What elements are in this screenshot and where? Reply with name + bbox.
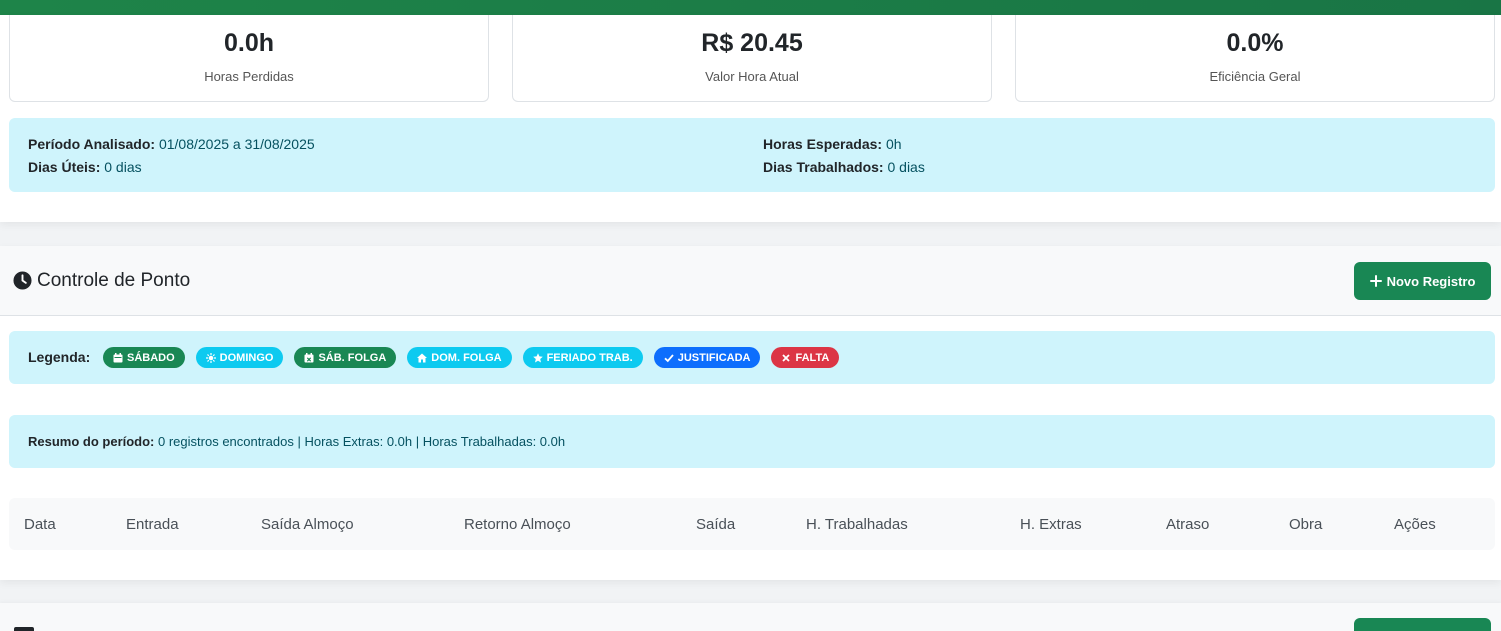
period-info-box: Período Analisado: 01/08/2025 a 31/08/20…	[9, 118, 1495, 192]
check-icon	[664, 353, 674, 362]
badge-sabado: SÁBADO	[103, 347, 185, 368]
card-icon	[14, 627, 34, 631]
badge-label: FERIADO TRAB.	[546, 351, 633, 364]
horas-esperadas: Horas Esperadas: 0h	[763, 136, 902, 152]
badge-feriado-trab: FERIADO TRAB.	[522, 347, 643, 368]
card-title: Controle de Ponto	[37, 270, 191, 291]
periodo-value: 01/08/2025 a 31/08/2025	[158, 136, 315, 152]
badge-dom-folga: DOM. FOLGA	[407, 347, 512, 368]
periodo-label: Período Analisado:	[28, 136, 156, 152]
clock-icon	[13, 271, 32, 290]
legend-badges: SÁBADO DOMINGO SÁB. FOLGA DOM. FOLGA FER…	[103, 347, 840, 368]
novo-registro-button[interactable]: Novo Registro	[1354, 262, 1491, 300]
resumo-value: 0 registros encontrados | Horas Extras: …	[158, 434, 566, 449]
dias-trabalhados-label: Dias Trabalhados:	[763, 159, 884, 175]
calendar-icon	[113, 352, 123, 362]
stat-label: Horas Perdidas	[204, 69, 294, 84]
summary-card: 0.0h Horas Perdidas R$ 20.45 Valor Hora …	[0, 15, 1501, 222]
table-header: Data Entrada Saída Almoço Retorno Almoço…	[9, 498, 1495, 550]
col-acoes[interactable]: Ações	[1394, 516, 1436, 533]
home-icon	[417, 353, 428, 362]
stat-label: Valor Hora Atual	[705, 69, 799, 84]
badge-label: SÁBADO	[127, 351, 175, 364]
badge-label: DOM. FOLGA	[431, 351, 502, 364]
legend-label: Legenda:	[28, 349, 91, 365]
badge-falta: FALTA	[771, 347, 840, 368]
badge-domingo: DOMINGO	[195, 347, 284, 368]
horas-esperadas-label: Horas Esperadas:	[763, 136, 883, 152]
badge-label: DOMINGO	[219, 351, 274, 364]
stat-eficiencia: 0.0% Eficiência Geral	[1015, 15, 1495, 102]
star-icon	[532, 352, 543, 362]
x-icon	[782, 353, 791, 362]
badge-justificada: JUSTIFICADA	[653, 347, 761, 368]
periodo-analisado: Período Analisado: 01/08/2025 a 31/08/20…	[28, 136, 315, 152]
col-horas-extras[interactable]: H. Extras	[1020, 516, 1082, 533]
col-retorno-almoco[interactable]: Retorno Almoço	[464, 516, 571, 533]
badge-sab-folga: SÁB. FOLGA	[294, 347, 397, 368]
badge-label: FALTA	[795, 351, 830, 364]
col-horas-trabalhadas[interactable]: H. Trabalhadas	[806, 516, 908, 533]
col-atraso[interactable]: Atraso	[1166, 516, 1209, 533]
resumo-text-line: Resumo do período: 0 registros encontrad…	[28, 434, 565, 449]
next-card-header	[0, 603, 1501, 631]
legend-box: Legenda: SÁBADO DOMINGO SÁB. FOLGA DOM. …	[9, 331, 1495, 384]
sun-icon	[205, 352, 216, 363]
controle-ponto-card: Controle de Ponto Novo Registro Legenda:…	[0, 246, 1501, 580]
resumo-box: Resumo do período: 0 registros encontrad…	[9, 415, 1495, 468]
calendar-x-icon	[304, 352, 314, 362]
button-label: Novo Registro	[1386, 273, 1476, 289]
next-card-action-button[interactable]	[1354, 618, 1491, 631]
stat-label: Eficiência Geral	[1209, 69, 1301, 84]
plus-icon	[1369, 275, 1382, 287]
dias-trabalhados: Dias Trabalhados: 0 dias	[763, 159, 925, 175]
resumo-label: Resumo do período:	[28, 434, 155, 449]
col-obra[interactable]: Obra	[1289, 516, 1322, 533]
horas-esperadas-value: 0h	[885, 136, 902, 152]
stat-value: R$ 20.45	[701, 29, 803, 57]
stat-valor-hora: R$ 20.45 Valor Hora Atual	[512, 15, 992, 102]
badge-label: SÁB. FOLGA	[318, 351, 387, 364]
top-header-bar	[0, 0, 1501, 15]
stat-horas-perdidas: 0.0h Horas Perdidas	[9, 15, 489, 102]
dias-trabalhados-value: 0 dias	[887, 159, 925, 175]
badge-label: JUSTIFICADA	[677, 351, 751, 364]
col-data[interactable]: Data	[24, 516, 56, 533]
col-saida[interactable]: Saída	[696, 516, 735, 533]
dias-uteis: Dias Úteis: 0 dias	[28, 159, 142, 175]
card-header: Controle de Ponto Novo Registro	[0, 246, 1501, 316]
stat-value: 0.0%	[1226, 29, 1284, 57]
stat-value: 0.0h	[223, 29, 275, 57]
dias-uteis-value: 0 dias	[104, 159, 142, 175]
dias-uteis-label: Dias Úteis:	[28, 159, 101, 175]
col-saida-almoco[interactable]: Saída Almoço	[261, 516, 354, 533]
col-entrada[interactable]: Entrada	[126, 516, 179, 533]
